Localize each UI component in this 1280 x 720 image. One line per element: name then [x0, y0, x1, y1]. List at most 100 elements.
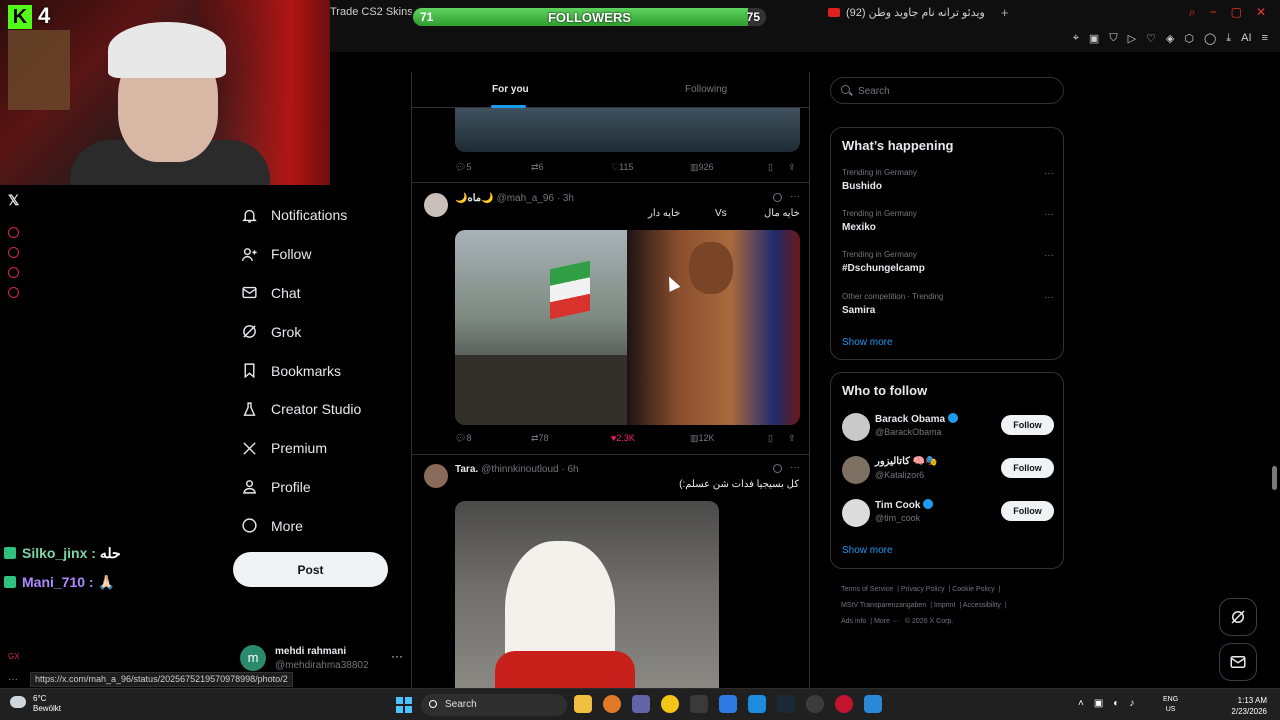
trend-more-icon[interactable]: ··· [1044, 292, 1054, 303]
minimize-icon[interactable]: − [1210, 5, 1217, 20]
trends-show-more[interactable]: Show more [842, 337, 893, 348]
mail-icon[interactable] [719, 695, 737, 713]
like-button[interactable]: ♡ 115 [611, 162, 633, 173]
tab-following[interactable]: Following [685, 84, 727, 95]
post-more-icon[interactable]: ··· [790, 462, 800, 473]
chevron-up-icon[interactable]: ˄ [1078, 698, 1084, 709]
footer-link[interactable]: MStV Transparenzangaben [841, 602, 926, 609]
x-logo-icon[interactable]: 𝕏 [8, 192, 19, 209]
heart-icon[interactable]: ♡ [1146, 32, 1156, 45]
share-icon[interactable]: ⇪ [788, 162, 796, 173]
post-handle[interactable]: @thinnkinoutloud · 6h [481, 464, 578, 475]
menu-icon[interactable]: ≡ [1262, 32, 1268, 45]
nav-follow[interactable]: Follow [240, 235, 410, 274]
discord-icon[interactable]: ◐ [1113, 698, 1119, 709]
post-handle[interactable]: @mah_a_96 · 3h [497, 193, 574, 204]
search-icon[interactable]: ⌕ [1189, 5, 1196, 20]
views-button[interactable]: ▥ 926 [690, 162, 714, 173]
telegram-icon[interactable] [864, 695, 882, 713]
post-more-icon[interactable]: ··· [790, 191, 800, 202]
tray-app-icon[interactable]: ▣ [1094, 698, 1103, 709]
play-icon[interactable]: ▷ [1128, 32, 1136, 45]
nav-profile[interactable]: Profile [240, 468, 410, 507]
opera-gx-icon[interactable]: GX [8, 652, 20, 661]
ai-button[interactable]: AI [1241, 32, 1251, 45]
trend-item[interactable]: Trending in Germany #Dschungelcamp ··· [842, 250, 1054, 280]
search-input[interactable]: Search [830, 77, 1064, 104]
repost-button[interactable]: ⇄ 78 [531, 433, 549, 444]
post-photo-protest[interactable] [455, 230, 627, 425]
pin-icon[interactable]: ⌖ [1073, 32, 1079, 45]
trend-more-icon[interactable]: ··· [1044, 209, 1054, 220]
post-image[interactable] [455, 108, 800, 152]
footer-link[interactable]: Cookie Policy [952, 586, 994, 593]
nav-grok[interactable]: Grok [240, 312, 410, 351]
scrollbar-thumb[interactable] [1272, 466, 1277, 490]
obs-icon[interactable] [806, 695, 824, 713]
post-author[interactable]: Tara. [455, 464, 478, 475]
footer-link[interactable]: Privacy Policy [901, 586, 945, 593]
follow-button[interactable]: Follow [1001, 415, 1054, 435]
cube-icon[interactable]: ◈ [1166, 32, 1174, 45]
trend-item[interactable]: Other competition · Trending Samira ··· [842, 292, 1054, 322]
footer-link[interactable]: Imprint [934, 602, 955, 609]
sidebar-settings-icon[interactable] [8, 287, 19, 298]
sidebar-app-icon[interactable] [8, 227, 19, 238]
file-explorer-icon[interactable] [574, 695, 592, 713]
follow-suggestion[interactable]: کاتالیزور 🧠🎭 @Katalizor6 Follow [842, 456, 1054, 486]
footer-link[interactable]: Terms of Service [841, 586, 893, 593]
account-more-icon[interactable]: ··· [391, 649, 403, 663]
follow-button[interactable]: Follow [1001, 458, 1054, 478]
share-icon[interactable]: ⇪ [788, 433, 796, 444]
windows-start-icon[interactable] [396, 697, 412, 713]
extensions-icon[interactable]: ⬡ [1184, 32, 1194, 45]
shield-icon[interactable]: ⛉ [1109, 32, 1117, 45]
nav-more[interactable]: More [240, 506, 410, 545]
post-author[interactable]: 🌙ماه🌙 [455, 193, 494, 204]
messages-float-button[interactable] [1219, 643, 1257, 681]
bookmark-icon[interactable]: ▯ [768, 162, 773, 173]
taskbar-search[interactable]: Search [421, 694, 567, 716]
grok-icon[interactable] [773, 464, 782, 473]
nav-chat[interactable]: Chat [240, 274, 410, 313]
who-to-follow-show-more[interactable]: Show more [842, 545, 893, 556]
avatar[interactable] [424, 464, 448, 488]
microphone-icon[interactable]: ♪ [1129, 698, 1134, 709]
avatar[interactable] [424, 193, 448, 217]
sidebar-messenger-icon[interactable] [8, 267, 19, 278]
browser-tab-active[interactable]: (92) ویدئو ترانه نام جاوید وطن + [828, 5, 1008, 20]
nav-bookmarks[interactable]: Bookmarks [240, 351, 410, 390]
app-icon[interactable] [661, 695, 679, 713]
security-icon[interactable] [748, 695, 766, 713]
nav-creator-studio[interactable]: Creator Studio [240, 390, 410, 429]
screenshot-icon[interactable]: ▣ [1089, 32, 1099, 45]
post-photo-bodybuilder[interactable] [627, 230, 800, 425]
post-photo-dog[interactable] [455, 501, 719, 688]
nav-premium[interactable]: Premium [240, 429, 410, 468]
sidebar-more-icon[interactable]: ··· [8, 674, 18, 685]
reply-button[interactable]: 💬︎ 5 [455, 162, 471, 173]
taskbar-clock[interactable]: 1:13 AM 2/23/2026 [1225, 695, 1267, 717]
new-tab-icon[interactable]: + [1001, 5, 1009, 20]
views-button[interactable]: ▥ 12K [690, 433, 715, 444]
account-icon[interactable]: ◯ [1204, 32, 1216, 45]
account-switcher[interactable]: m mehdi rahmani @mehdirahma38802 ··· [240, 645, 405, 675]
steam-icon[interactable] [777, 695, 795, 713]
follow-suggestion[interactable]: Tim Cook @tim_cook Follow [842, 499, 1054, 529]
maximize-icon[interactable]: ▢ [1231, 5, 1242, 20]
weather-widget[interactable]: 6°C Bewölkt [10, 694, 61, 714]
grok-float-button[interactable] [1219, 598, 1257, 636]
browser-icon[interactable] [603, 695, 621, 713]
close-icon[interactable]: ✕ [1256, 5, 1266, 20]
footer-link[interactable]: Ads info [841, 618, 866, 625]
trend-item[interactable]: Trending in Germany Mexiko ··· [842, 209, 1054, 239]
footer-link[interactable]: Accessibility [963, 602, 1001, 609]
footer-link[interactable]: More ··· [874, 618, 899, 625]
store-icon[interactable] [690, 695, 708, 713]
trend-more-icon[interactable]: ··· [1044, 168, 1054, 179]
download-icon[interactable]: ⤓ [1226, 32, 1231, 45]
trend-item[interactable]: Trending in Germany Bushido ··· [842, 168, 1054, 198]
follow-button[interactable]: Follow [1001, 501, 1054, 521]
input-language[interactable]: ENG US [1163, 695, 1178, 715]
post-button[interactable]: Post [233, 552, 388, 587]
